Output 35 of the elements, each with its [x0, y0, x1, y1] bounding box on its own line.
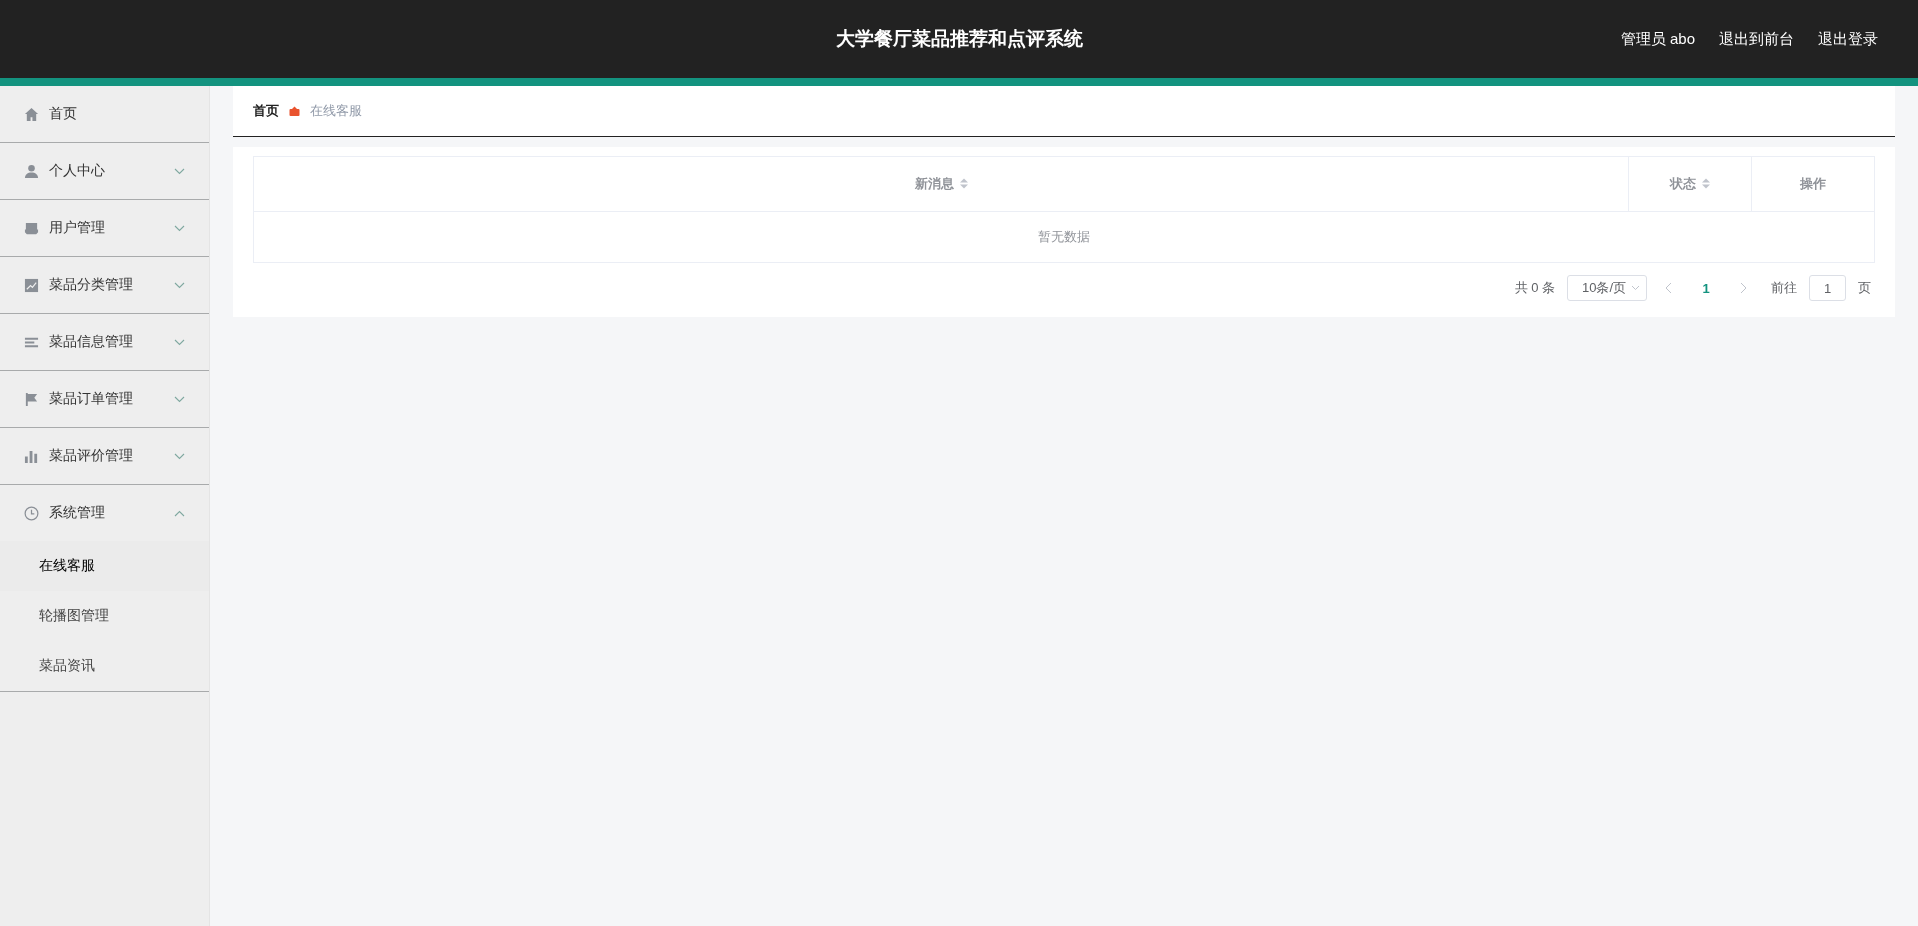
sidebar-item[interactable]: 用户管理	[0, 200, 209, 256]
sidebar-item[interactable]: 菜品订单管理	[0, 371, 209, 427]
submenu-item[interactable]: 菜品资讯	[0, 641, 209, 691]
header-link[interactable]: 管理员 abo	[1620, 29, 1695, 49]
app-title: 大学餐厅菜品推荐和点评系统	[835, 27, 1083, 51]
total-count: 共 0 条	[1514, 279, 1555, 297]
sidebar-item[interactable]: 个人中心	[0, 143, 209, 199]
bar-chart-icon	[24, 448, 39, 464]
page-suffix: 页	[1858, 279, 1871, 297]
sidebar-item[interactable]: 首页	[0, 86, 209, 142]
sidebar-item[interactable]: 菜品分类管理	[0, 257, 209, 313]
goto-page-field[interactable]: 1	[1809, 275, 1846, 301]
sort-icon[interactable]	[1702, 178, 1710, 189]
home-icon	[24, 106, 39, 122]
header-link[interactable]: 退出到前台	[1719, 29, 1794, 49]
chevron-down-icon	[1631, 285, 1640, 291]
breadcrumb-current: 在线客服	[310, 102, 362, 120]
sort-icon[interactable]	[959, 178, 968, 189]
chart-icon	[24, 277, 39, 293]
flag-icon	[24, 391, 39, 407]
page-number[interactable]: 1	[1691, 280, 1721, 296]
empty-message: 暂无数据	[253, 211, 1875, 263]
sidebar-item[interactable]: 菜品信息管理	[0, 314, 209, 370]
sidebar-item[interactable]: 菜品评价管理	[0, 428, 209, 484]
submenu-item[interactable]: 轮播图管理	[0, 591, 209, 641]
sidebar-item[interactable]: 系统管理	[0, 485, 209, 541]
goto-label: 前往	[1771, 279, 1797, 297]
header-link[interactable]: 退出登录	[1818, 29, 1878, 49]
page-size-select[interactable]: 10条/页	[1567, 275, 1647, 301]
tray-icon	[24, 220, 39, 236]
person-icon	[24, 163, 39, 179]
basket-icon	[289, 106, 300, 116]
breadcrumb-link[interactable]: 首页	[253, 102, 279, 120]
column-header: 操作	[1800, 176, 1826, 191]
clock-icon	[24, 505, 39, 521]
